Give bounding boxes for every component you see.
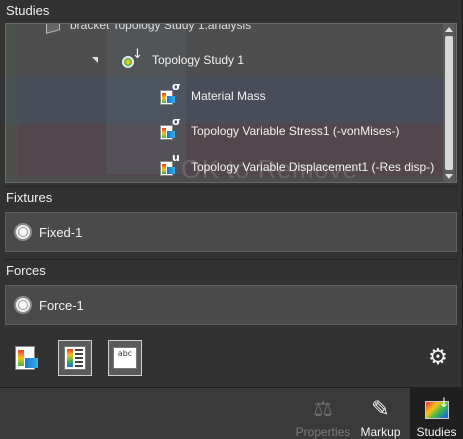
tab-markup[interactable]: ✎ Markup [353, 388, 408, 439]
divider [5, 186, 457, 187]
topology-study-icon: ↓ [120, 47, 143, 70]
tree-item-result-displacement[interactable]: u Topology Variable Displacement1 (-Res … [159, 151, 435, 177]
divider [5, 259, 457, 260]
tree-item-study-label: Topology Study 1 [152, 53, 245, 67]
tree-item-analysis-label: bracket Topology Study 1.analysis [70, 23, 252, 32]
results-plot-button[interactable] [10, 340, 44, 376]
legend-toggle-button[interactable] [58, 340, 92, 376]
studies-icon: ↓ [423, 396, 451, 423]
text-annotation-button[interactable]: abc [108, 340, 142, 376]
scale-icon: ⚖ [313, 397, 333, 422]
tab-properties-label: Properties [295, 425, 351, 439]
bottom-tab-bar: ⚖ Properties ✎ Markup ↓ Studies [0, 387, 463, 439]
tab-studies-label: Studies [416, 425, 457, 439]
studies-panel: Studies OK to Remove bracket Topology St… [0, 0, 463, 387]
tree-item-result-label: Topology Variable Displacement1 (-Res di… [191, 160, 435, 174]
tab-studies[interactable]: ↓ Studies [410, 388, 463, 439]
radio-button[interactable] [14, 296, 32, 314]
forces-section-title: Forces [6, 263, 46, 278]
scrollbar-thumb[interactable] [445, 36, 453, 170]
tree-item-result-label: Topology Variable Stress1 (-vonMises-) [191, 124, 400, 138]
fixtures-section-title: Fixtures [6, 190, 53, 205]
radio-button[interactable] [14, 223, 32, 241]
tree-item-result-stress[interactable]: σ Topology Variable Stress1 (-vonMises-) [159, 115, 400, 141]
results-plot-icon [13, 344, 41, 372]
force-label: Force-1 [39, 297, 84, 313]
fixture-label: Fixed-1 [39, 224, 83, 240]
force-item[interactable]: Force-1 [5, 285, 457, 325]
collapse-arrow-icon[interactable] [92, 57, 98, 63]
fixture-item[interactable]: Fixed-1 [5, 212, 457, 252]
text-annotation-icon: abc [113, 347, 137, 369]
tab-properties[interactable]: ⚖ Properties [293, 388, 353, 439]
studies-section-title: Studies [6, 3, 50, 18]
tree-item-result-material-mass[interactable]: σ Material Mass [159, 80, 266, 106]
scroll-up-icon[interactable] [445, 27, 453, 32]
tab-markup-label: Markup [360, 425, 401, 439]
legend-icon [64, 346, 86, 370]
studies-tree[interactable]: OK to Remove bracket Topology Study 1.an… [5, 23, 457, 183]
result-plot-icon: σ [159, 115, 181, 141]
result-plot-icon: u [159, 151, 180, 177]
gear-icon[interactable]: ⚙ [426, 346, 450, 370]
tree-item-result-label: Material Mass [191, 89, 266, 103]
tree-item-topology-study[interactable]: ↓ Topology Study 1 [92, 47, 245, 70]
tree-scrollbar[interactable] [443, 24, 455, 182]
pencil-icon: ✎ [371, 397, 390, 422]
scroll-down-icon[interactable] [445, 174, 453, 179]
tree-item-analysis[interactable]: bracket Topology Study 1.analysis [46, 23, 252, 34]
result-plot-icon: σ [159, 80, 181, 106]
